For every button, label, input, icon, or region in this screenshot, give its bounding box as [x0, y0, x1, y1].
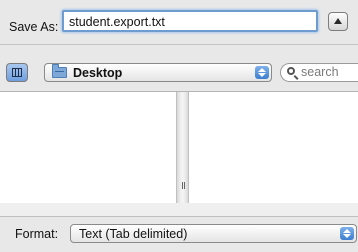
updown-stepper-icon	[340, 227, 354, 240]
file-browser[interactable]	[0, 91, 358, 205]
filename-field[interactable]: student.export.txt	[62, 10, 318, 32]
grip-icon	[182, 182, 185, 189]
browser-column-2[interactable]	[189, 92, 358, 204]
magnifier-icon	[287, 67, 295, 75]
folder-icon	[52, 64, 67, 78]
location-popup[interactable]: Desktop	[44, 63, 272, 82]
format-value: Text (Tab delimited)	[79, 227, 188, 241]
collapse-dialog-button[interactable]	[328, 12, 348, 31]
updown-stepper-icon	[255, 66, 269, 79]
search-input[interactable]	[301, 65, 355, 79]
disclosure-up-icon	[334, 18, 342, 24]
column-view-button[interactable]	[6, 63, 28, 82]
horizontal-scrollbar[interactable]	[0, 203, 358, 217]
format-popup[interactable]: Text (Tab delimited)	[70, 224, 357, 243]
location-label: Desktop	[73, 66, 123, 80]
browser-column-1[interactable]	[0, 92, 176, 204]
column-resize-handle[interactable]	[176, 92, 189, 204]
column-view-icon	[12, 68, 22, 77]
save-as-label: Save As:	[9, 20, 59, 34]
search-field[interactable]	[280, 63, 358, 82]
separator	[0, 44, 358, 45]
format-label: Format:	[15, 227, 59, 241]
